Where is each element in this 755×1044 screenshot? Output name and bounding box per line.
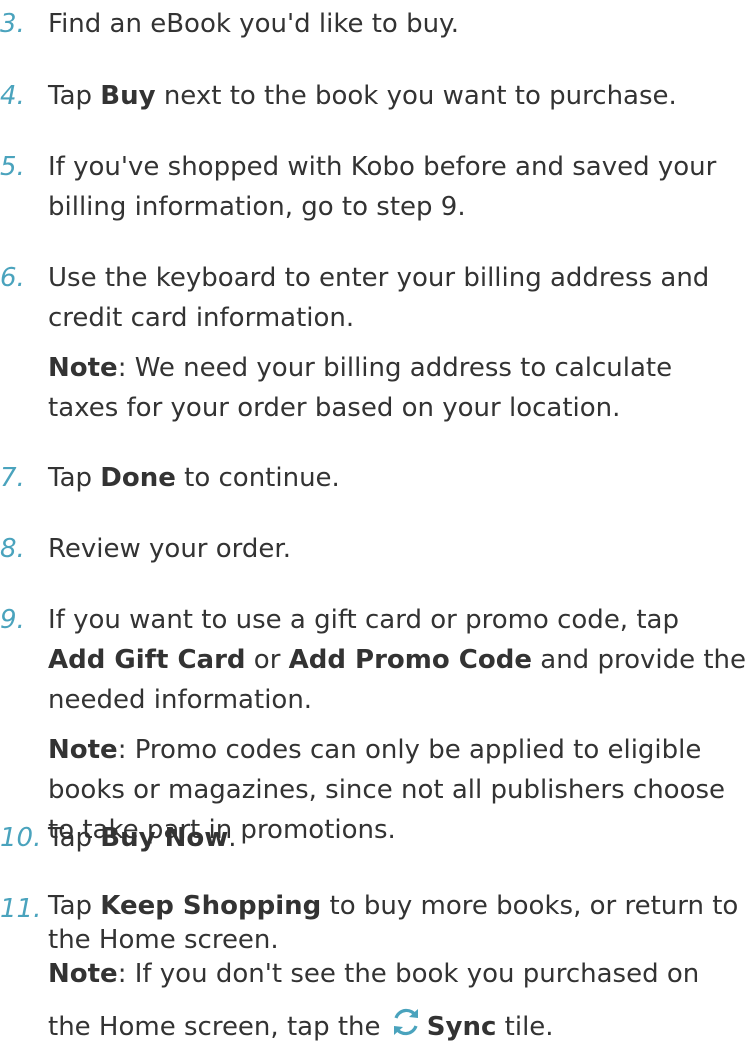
text-run: the Home screen.: [48, 925, 279, 955]
text-run: : If you don't see the book you purchase…: [117, 959, 700, 989]
text-run: If you want to use a gift card or promo …: [48, 605, 679, 635]
sync-icon: [393, 1008, 418, 1036]
bold-term: Keep Shopping: [100, 891, 322, 921]
step-text: Tap Keep Shopping to buy more books, or …: [48, 889, 755, 1042]
step-text: Tap Buy Now.: [48, 818, 755, 858]
step-line: Tap Keep Shopping to buy more books, or …: [48, 889, 755, 923]
note-line: Note: We need your billing address to ca…: [48, 348, 755, 388]
step-text: Use the keyboard to enter your billing a…: [48, 258, 755, 428]
text-run: Tap: [48, 463, 101, 493]
text-run: books or magazines, since not all publis…: [48, 775, 726, 805]
text-run: Find an eBook you'd like to buy.: [48, 9, 459, 39]
note-line: Note: Promo codes can only be applied to…: [48, 730, 755, 770]
step-text: If you want to use a gift card or promo …: [48, 600, 755, 850]
text-run: next to the book you want to purchase.: [155, 81, 677, 111]
bold-term: Buy Now: [100, 823, 229, 853]
step-line: If you want to use a gift card or promo …: [48, 600, 755, 640]
text-run: If you've shopped with Kobo before and s…: [48, 152, 717, 182]
step-text: Tap Buy next to the book you want to pur…: [48, 76, 755, 116]
text-run: or: [245, 645, 289, 675]
step-number: 3.: [0, 9, 25, 39]
step-line: Find an eBook you'd like to buy.: [48, 4, 755, 44]
step-line: needed information.: [48, 680, 755, 720]
step-text: Review your order.: [48, 529, 755, 569]
text-run: : Promo codes can only be applied to eli…: [117, 735, 702, 765]
text-run: needed information.: [48, 685, 313, 715]
step-number: 4.: [0, 81, 25, 111]
step-line: Tap Buy next to the book you want to pur…: [48, 76, 755, 116]
text-run: the Home screen, tap the: [48, 1012, 389, 1042]
step-line: Tap Buy Now.: [48, 818, 755, 858]
note-line: taxes for your order based on your locat…: [48, 388, 755, 428]
text-run: Use the keyboard to enter your billing a…: [48, 263, 710, 293]
note-line: the Home screen, tap the Sync tile.: [48, 1005, 755, 1042]
step-text: If you've shopped with Kobo before and s…: [48, 147, 755, 227]
note-line: Note: If you don't see the book you purc…: [48, 957, 755, 991]
bold-term: Note: [48, 959, 118, 989]
step-number: 9.: [0, 605, 25, 635]
text-run: .: [228, 823, 237, 853]
bold-term: Note: [48, 735, 118, 765]
text-run: Tap: [48, 891, 101, 921]
text-run: tile.: [496, 1012, 554, 1042]
text-run: Review your order.: [48, 534, 291, 564]
step-line: Use the keyboard to enter your billing a…: [48, 258, 755, 298]
text-run: to continue.: [175, 463, 340, 493]
step-number: 10.: [0, 823, 42, 853]
step-line: Tap Done to continue.: [48, 458, 755, 498]
bold-term: Buy: [100, 81, 156, 111]
note-line: books or magazines, since not all publis…: [48, 770, 755, 810]
bold-term: Done: [100, 463, 176, 493]
text-run: and provide the: [532, 645, 747, 675]
bold-term: Note: [48, 353, 118, 383]
step-line: credit card information.: [48, 298, 755, 338]
step-line: the Home screen.: [48, 923, 755, 957]
bold-term: Sync: [426, 1012, 497, 1042]
text-run: taxes for your order based on your locat…: [48, 393, 621, 423]
step-line: billing information, go to step 9.: [48, 187, 755, 227]
text-run: billing information, go to step 9.: [48, 192, 466, 222]
instruction-steps: 3. Find an eBook you'd like to buy. 4. T…: [0, 0, 755, 1042]
text-run: : We need your billing address to calcul…: [117, 353, 673, 383]
step-number: 8.: [0, 534, 25, 564]
step-number: 5.: [0, 152, 25, 182]
text-run: Tap: [48, 81, 101, 111]
bold-term: Add Gift Card: [48, 645, 246, 675]
step-number: 7.: [0, 463, 25, 493]
step-text: Find an eBook you'd like to buy.: [48, 4, 755, 44]
bold-term: Add Promo Code: [288, 645, 532, 675]
step-line: Add Gift Card or Add Promo Code and prov…: [48, 640, 755, 680]
step-text: Tap Done to continue.: [48, 458, 755, 498]
step-line: Review your order.: [48, 529, 755, 569]
text-run: credit card information.: [48, 303, 355, 333]
step-number: 11.: [0, 894, 42, 924]
step-number: 6.: [0, 263, 25, 293]
text-run: Tap: [48, 823, 101, 853]
text-run: to buy more books, or return to: [321, 891, 739, 921]
step-line: If you've shopped with Kobo before and s…: [48, 147, 755, 187]
